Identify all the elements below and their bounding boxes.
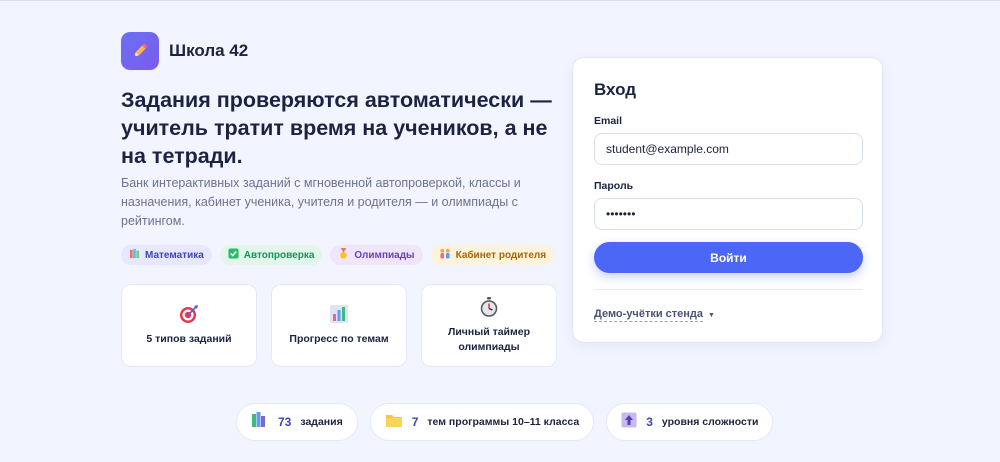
check-icon — [228, 248, 239, 262]
target-icon — [179, 304, 199, 324]
stat-value: 73 — [278, 415, 292, 429]
stopwatch-icon — [479, 296, 499, 317]
chip-autocheck: Автопроверка — [219, 245, 323, 265]
brand-name: Школа 42 — [169, 41, 249, 60]
chip-olympiads: Олимпиады — [330, 245, 423, 265]
password-field[interactable] — [594, 198, 863, 230]
demo-accounts-label: Демо-учётки стенда — [594, 308, 704, 322]
chip-label: Кабинет родителя — [455, 249, 547, 261]
feature-card-task-types: 5 типов заданий — [121, 284, 257, 367]
books-icon — [129, 248, 140, 262]
chip-label: Олимпиады — [354, 249, 415, 261]
stat-label: уровня сложности — [661, 416, 759, 428]
stat-topics: 7 тем программы 10–11 класса — [369, 403, 595, 441]
divider — [594, 289, 863, 290]
chip-label: Автопроверка — [243, 249, 315, 261]
login-title: Вход — [594, 80, 637, 99]
feature-card-progress: Прогресс по темам — [271, 284, 407, 367]
stat-levels: 3 уровня сложности — [606, 403, 774, 441]
demo-accounts-toggle[interactable]: Демо-учётки стенда ▼ — [594, 308, 715, 322]
email-field[interactable] — [594, 133, 863, 165]
stat-value: 3 — [646, 415, 653, 429]
feature-chips: Математика Автопроверка Олимпиады Кабине… — [121, 245, 555, 265]
stat-tasks: 73 задания — [236, 403, 358, 441]
folder-icon — [385, 412, 403, 433]
chip-math: Математика — [121, 245, 212, 265]
feature-label: Личный таймер олимпиады — [447, 325, 531, 353]
stats-bar: 73 задания 7 тем программы 10–11 класса … — [236, 403, 774, 441]
bar-chart-icon — [329, 304, 349, 324]
brand: Школа 42 — [121, 32, 248, 70]
login-card: Вход Email Пароль Войти Демо-учётки стен… — [572, 57, 883, 343]
up-arrow-icon — [621, 412, 637, 433]
family-icon — [439, 248, 451, 262]
chip-parent-cabinet: Кабинет родителя — [430, 245, 555, 265]
password-label: Пароль — [594, 180, 634, 192]
stat-label: задания — [300, 416, 343, 428]
chip-label: Математика — [145, 249, 204, 261]
feature-label: 5 типов заданий — [146, 333, 232, 345]
login-button[interactable]: Войти — [594, 242, 863, 273]
stat-value: 7 — [411, 415, 419, 429]
feature-cards: 5 типов заданий Прогресс по темам Личный… — [121, 284, 557, 367]
caret-down-icon: ▼ — [708, 311, 715, 319]
pencil-icon — [121, 32, 159, 70]
hero-title: Задания проверяются автоматически — учит… — [121, 88, 552, 168]
stat-label: тем программы 10–11 класса — [427, 416, 580, 428]
books-stack-icon — [251, 411, 269, 433]
hero-subtitle: Банк интерактивных заданий с мгновенной … — [121, 176, 521, 228]
medal-icon — [338, 248, 349, 262]
feature-label: Прогресс по темам — [289, 333, 389, 345]
top-border — [0, 0, 1000, 1]
feature-card-timer: Личный таймер олимпиады — [421, 284, 557, 367]
email-label: Email — [594, 115, 623, 127]
